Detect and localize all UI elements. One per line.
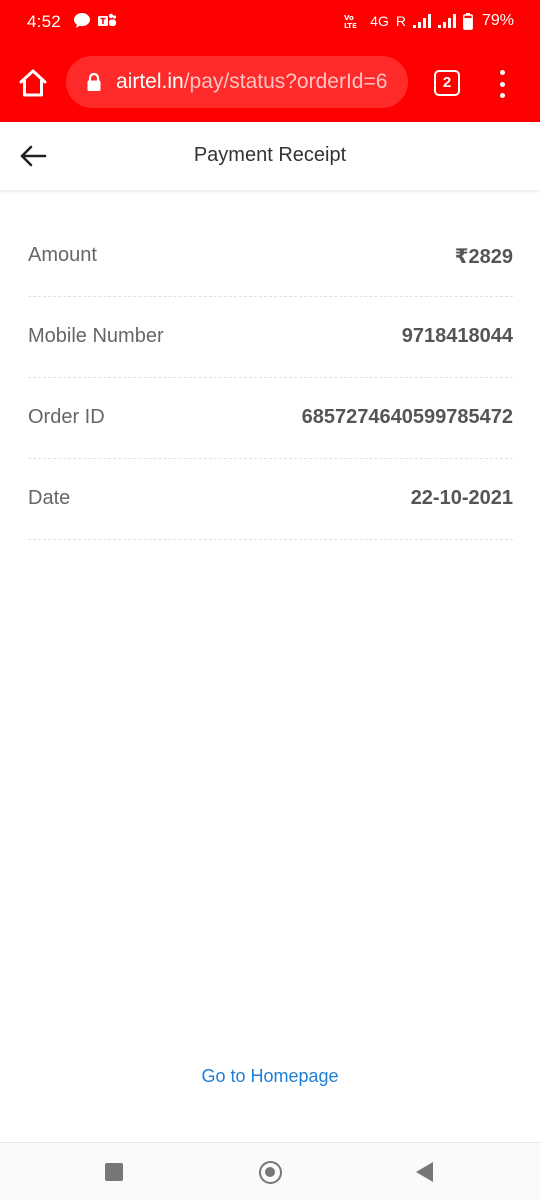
roaming-indicator: R (395, 13, 406, 29)
battery-percent: 79% (481, 12, 514, 29)
row-label: Order ID (28, 406, 105, 428)
url-text: airtel.in/pay/status?orderId=6 (116, 70, 387, 94)
teams-icon (98, 13, 117, 26)
nav-home-icon[interactable] (259, 1161, 282, 1184)
volte-icon: Vo LTE (344, 14, 357, 29)
amount-value: ₹2829 (454, 246, 513, 268)
lock-icon (87, 72, 101, 91)
receipt-row-date: Date 22-10-2021 (28, 459, 513, 540)
receipt-row-order-id: Order ID 6857274640599785472 (28, 378, 513, 459)
mobile-number-value: 9718418044 (401, 325, 513, 347)
go-to-homepage-link[interactable]: Go to Homepage (0, 1066, 540, 1087)
row-label: Amount (28, 244, 97, 266)
recent-apps-icon[interactable] (105, 1163, 123, 1181)
svg-text:Vo: Vo (344, 14, 354, 22)
row-label: Mobile Number (28, 325, 164, 347)
row-label: Date (28, 487, 71, 509)
page-title: Payment Receipt (193, 144, 347, 166)
svg-text:LTE: LTE (344, 22, 357, 29)
order-id-value: 6857274640599785472 (301, 406, 513, 428)
status-bar: 4:52 Vo LTE 4G R 79% (0, 0, 540, 44)
notification-icons (73, 12, 117, 29)
app-header: Payment Receipt (0, 122, 540, 190)
signal-2-icon (437, 14, 456, 28)
more-vert-icon[interactable] (490, 70, 514, 98)
tabs-button[interactable]: 2 (434, 70, 460, 96)
nav-back-icon[interactable] (416, 1162, 433, 1182)
url-path: /pay/status?orderId=6 (183, 70, 388, 93)
status-right: Vo LTE 4G R 79% (343, 12, 514, 30)
system-nav-bar (0, 1142, 540, 1200)
network-type: 4G (370, 13, 389, 29)
receipt-details: Amount ₹2829 Mobile Number 9718418044 Or… (28, 216, 513, 540)
chat-bubble-icon (74, 13, 90, 28)
receipt-row-amount: Amount ₹2829 (28, 216, 513, 297)
receipt-row-mobile: Mobile Number 9718418044 (28, 297, 513, 378)
status-time: 4:52 (27, 12, 61, 31)
address-bar[interactable]: airtel.in/pay/status?orderId=6 (66, 56, 408, 108)
battery-icon (463, 12, 473, 30)
signal-icon (412, 14, 431, 28)
url-bar-row: airtel.in/pay/status?orderId=6 2 (0, 50, 540, 116)
url-host: airtel.in (116, 70, 184, 93)
date-value: 22-10-2021 (410, 487, 513, 509)
browser-chrome: 4:52 Vo LTE 4G R 79% airtel.in/pay/statu… (0, 0, 540, 122)
home-icon[interactable] (16, 66, 50, 100)
